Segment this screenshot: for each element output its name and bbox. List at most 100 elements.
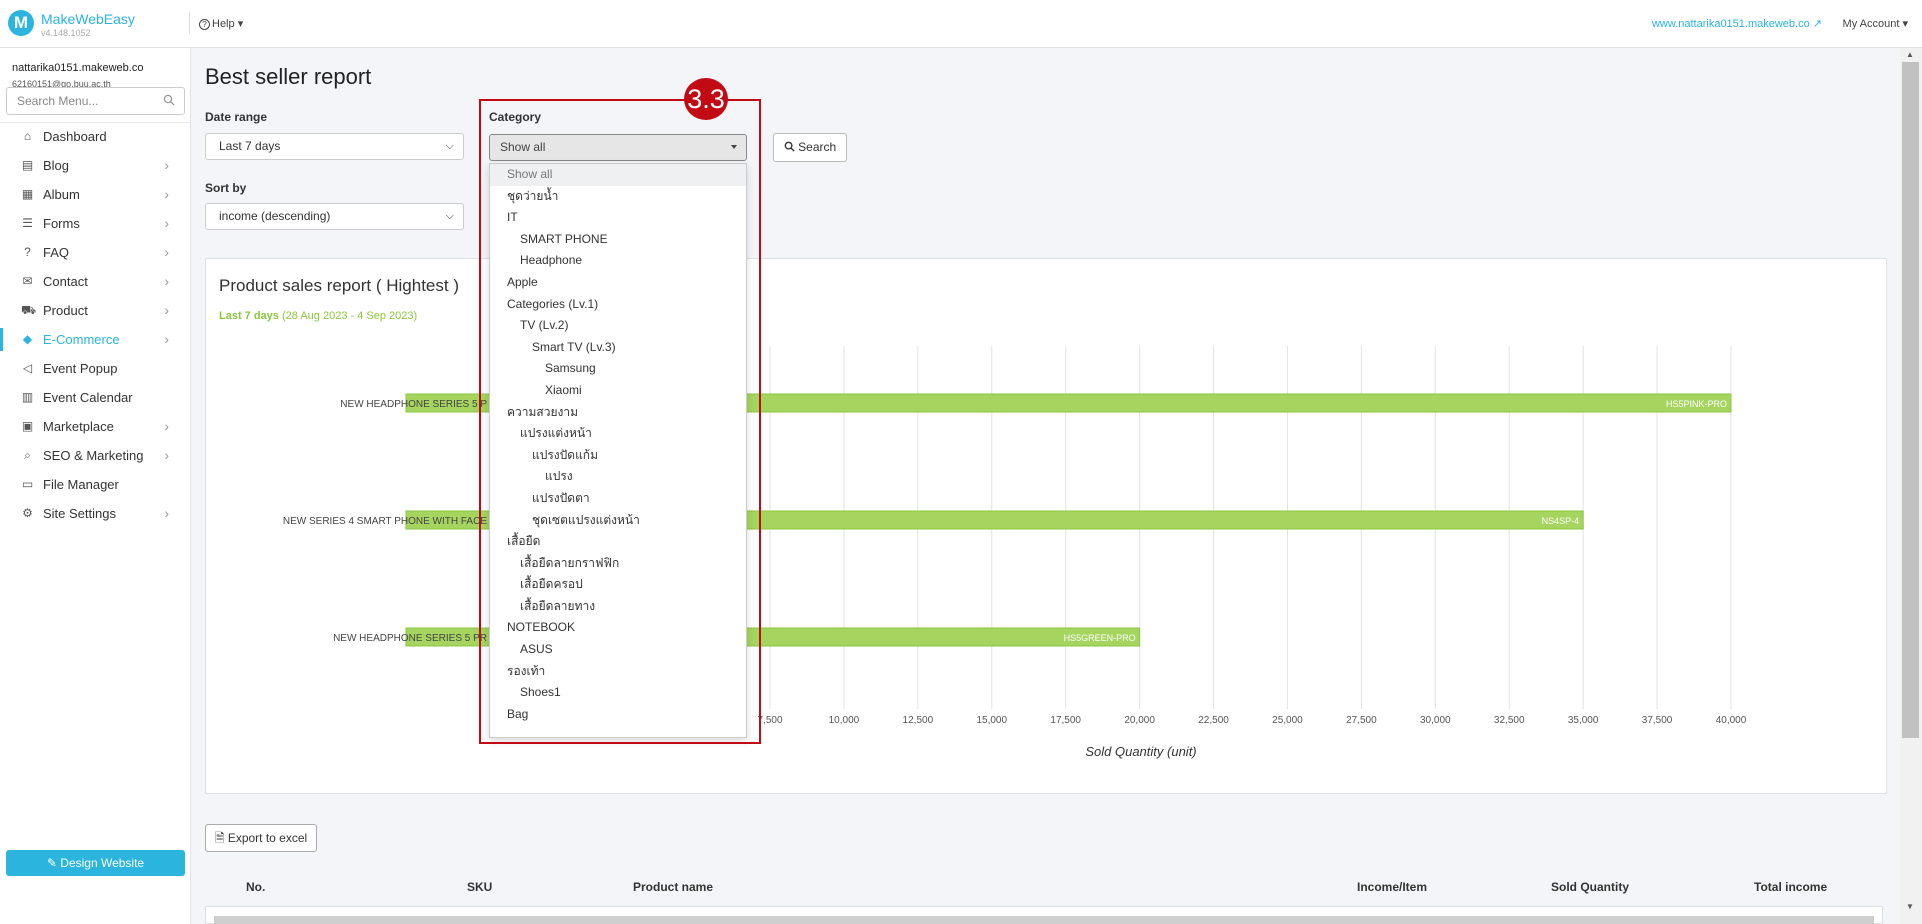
sidebar-item-label: File Manager [43,477,119,492]
sidebar-item-dashboard[interactable]: ⌂ Dashboard [0,122,191,151]
help-menu[interactable]: ? Help ▾ [199,17,243,30]
x-tick-label: 7,500 [757,715,782,726]
y-category-label: NEW HEADPHONE SERIES 5 P [340,399,487,410]
sidebar-item-file-manager[interactable]: ▭ File Manager [0,470,191,499]
x-tick-label: 30,000 [1420,715,1451,726]
annotation-badge: 3.3 [684,78,728,120]
search-button[interactable]: Search [773,133,847,162]
x-tick-label: 32,500 [1494,715,1525,726]
page-title: Best seller report [205,64,372,89]
chevron-right-icon: › [164,157,169,173]
x-tick-label: 37,500 [1642,715,1673,726]
x-tick-label: 20,000 [1124,715,1155,726]
search-button-label: Search [798,140,837,154]
date-range-select[interactable]: Last 7 days ⌵ [205,133,464,160]
calendar-icon: ▥ [21,390,34,404]
x-tick-label: 15,000 [976,715,1007,726]
site-link[interactable]: www.nattarika0151.makeweb.co ↗ [1652,17,1822,30]
sidebar-item-site-settings[interactable]: ⚙ Site Settings › [0,499,191,528]
brand-name: MakeWebEasy [41,11,135,27]
sidebar-item-label: FAQ [43,245,70,260]
table-header-total-income: Total income [1754,880,1828,894]
sidebar-item-label: Blog [43,158,70,173]
chevron-down-icon: ⌵ [445,210,454,222]
megaphone-icon: ◁ [22,361,33,375]
export-label: Export to excel [227,831,308,845]
sidebar-item-label: Album [43,187,80,202]
chevron-right-icon: › [164,447,169,463]
tag-icon: ◆ [22,332,33,346]
x-tick-label: 12,500 [903,715,934,726]
sidebar-item-seo-marketing[interactable]: ⌕ SEO & Marketing › [0,441,191,470]
table-header-sold-quantity: Sold Quantity [1551,880,1629,894]
excel-file-icon: 🗎 [214,831,225,845]
scroll-up-arrow-icon[interactable]: ▲ [1906,50,1914,59]
table-row [214,916,1874,924]
sales-report-card: Product sales report ( Hightest ) Last 7… [205,258,1887,794]
site-url: www.nattarika0151.makeweb.co [1651,18,1810,30]
my-account-menu[interactable]: My Account ▾ [1843,17,1908,30]
search-icon [784,141,795,152]
x-tick-label: 35,000 [1568,715,1599,726]
top-bar: M MakeWebEasy v4.148.1052 ? Help ▾ www.na… [0,0,1922,48]
sidebar-item-event-calendar[interactable]: ▥ Event Calendar [0,383,191,412]
chevron-right-icon: › [164,302,169,318]
sidebar-item-label: Forms [43,216,80,231]
bar-data-label: NS4SP-4 [1542,516,1580,526]
design-website-button[interactable]: ✎ Design Website [6,850,185,876]
chevron-right-icon: › [164,244,169,260]
sidebar-item-blog[interactable]: ▤ Blog › [0,151,191,180]
envelope-icon: ✉ [22,274,33,288]
y-category-label: NEW HEADPHONE SERIES 5 PR [333,633,487,644]
album-icon: ▦ [21,187,34,201]
chevron-right-icon: › [164,215,169,231]
faq-icon: ? [24,245,31,259]
date-range-value: Last 7 days [219,139,281,153]
export-excel-button[interactable]: 🗎 Export to excel [205,824,317,852]
sidebar-item-event-popup[interactable]: ◁ Event Popup [0,354,191,383]
table-header-product-name: Product name [633,880,714,894]
chevron-right-icon: › [164,273,169,289]
sidebar-item-contact[interactable]: ✉ Contact › [0,267,191,296]
sidebar-item-album[interactable]: ▦ Album › [0,180,191,209]
table-body [205,906,1883,924]
x-tick-label: 10,000 [829,715,860,726]
y-category-label: NEW SERIES 4 SMART PHONE WITH FACE [283,516,487,527]
chevron-right-icon: › [164,505,169,521]
table-header-income-item: Income/Item [1357,880,1428,894]
sort-by-label: Sort by [205,181,247,195]
sidebar-item-label: Dashboard [43,129,107,144]
chevron-down-icon: ⌵ [445,140,454,152]
table-header-sku: SKU [467,880,493,894]
sidebar-menu: ⌂ Dashboard ▤ Blog › ▦ Album › ☰ Forms ›? FAQ › ✉ Cont… [0,122,191,528]
table-header-no: No. [246,880,266,894]
sort-by-select[interactable]: income (descending) ⌵ [205,203,464,230]
sidebar-item-product[interactable]: ⛟ Product › [0,296,191,325]
bar-data-label: HS5GREEN-PRO [1064,633,1136,643]
sidebar-item-forms[interactable]: ☰ Forms › [0,209,191,238]
account-label: My Account [1842,18,1900,30]
sales-bar-chart: 7,500 10,000 12,500 15,000 17,500 20,000 22,50… [283,346,1747,759]
x-tick-label: 27,500 [1346,715,1377,726]
app-version: v4.148.1052 [41,28,91,38]
sidebar-item-e-commerce[interactable]: ◆ E-Commerce › [0,325,191,354]
scrollbar-thumb[interactable] [1902,62,1919,738]
pencil-icon: ✎ [46,856,57,870]
cart-icon: ⛟ [21,303,37,317]
question-icon: ? [199,19,210,30]
makeweb-logo-icon[interactable]: M [8,10,34,36]
sidebar-item-marketplace[interactable]: ▣ Marketplace › [0,412,191,441]
sort-by-value: income (descending) [219,209,331,223]
search-menu-input[interactable] [6,87,185,115]
home-icon: ⌂ [23,129,32,143]
design-website-label: Design Website [60,856,145,870]
help-label: Help [212,18,235,30]
gear-icon: ⚙ [22,506,33,520]
top-divider [189,12,190,34]
user-site: nattarika0151.makeweb.co [12,62,144,74]
x-tick-label: 40,000 [1716,715,1747,726]
x-axis-label: Sold Quantity (unit) [1085,744,1196,759]
scroll-down-arrow-icon[interactable]: ▼ [1906,902,1914,911]
sidebar-item-faq[interactable]: ? FAQ › [0,238,191,267]
sidebar-item-label: Site Settings [43,506,116,521]
